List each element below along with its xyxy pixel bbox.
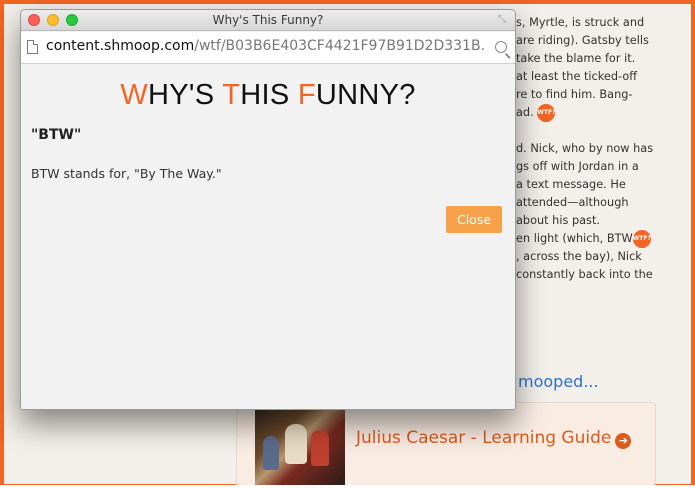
- article-line: , across the bay), Nick: [516, 250, 642, 263]
- url-bar[interactable]: content.shmoop.com/wtf/B03B6E403CF4421F9…: [21, 32, 515, 64]
- article-line: about his past.: [516, 214, 600, 227]
- page-title: WHY'S THIS FUNNY?: [120, 79, 416, 111]
- article-line: take the blame for it.: [516, 52, 636, 65]
- background-article: s, Myrtle, is struck and are riding). Ga…: [516, 14, 666, 284]
- wtf-badge-icon[interactable]: WTF?: [537, 104, 556, 122]
- page-icon: [27, 40, 38, 54]
- window-title: Why's This Funny?: [212, 13, 324, 27]
- url-path: /wtf/B03B6E403CF4421F97B91D2D331B...: [194, 38, 486, 54]
- article-line: s, Myrtle, is struck and: [516, 16, 645, 29]
- term-heading: "BTW": [31, 127, 82, 143]
- popup-content: WHY'S THIS FUNNY? "BTW" BTW stands for, …: [21, 65, 515, 409]
- window-titlebar[interactable]: Why's This Funny? ⤡: [21, 10, 515, 31]
- wtf-badge-icon[interactable]: WTF?: [632, 230, 651, 248]
- article-line: a text message. He: [516, 178, 626, 191]
- guide-title: Julius Caesar - Learning Guide: [356, 428, 612, 448]
- popup-window: Why's This Funny? ⤡ content.shmoop.com/w…: [20, 9, 516, 410]
- url-host: content.shmoop.com: [46, 38, 195, 54]
- learning-guide-link[interactable]: Julius Caesar - Learning Guide ➔: [356, 428, 632, 449]
- article-line: re to find him. Bang-: [516, 88, 633, 101]
- article-line: d. Nick, who by now has: [516, 142, 654, 155]
- zoom-icon[interactable]: [495, 41, 507, 53]
- article-line: en light (which, BTWWTF?: [516, 230, 666, 248]
- term-definition: BTW stands for, "By The Way.": [31, 166, 222, 181]
- article-line: at least the ticked-off: [516, 70, 638, 83]
- article-line: [516, 122, 666, 140]
- close-button[interactable]: Close: [446, 206, 502, 233]
- article-line: ad. WTF?: [516, 104, 666, 122]
- arrow-right-icon: ➔: [615, 433, 632, 449]
- guide-thumbnail-image[interactable]: [255, 410, 345, 486]
- shmooped-link[interactable]: mooped...: [518, 372, 599, 391]
- article-line: constantly back into the: [516, 268, 653, 281]
- resize-icon[interactable]: ⤡: [498, 14, 512, 26]
- article-line: gs off with Jordan in a: [516, 160, 639, 173]
- article-line: attended—although: [516, 196, 629, 209]
- article-line: are riding). Gatsby tells: [516, 34, 649, 47]
- url-text[interactable]: content.shmoop.com/wtf/B03B6E403CF4421F9…: [46, 38, 486, 54]
